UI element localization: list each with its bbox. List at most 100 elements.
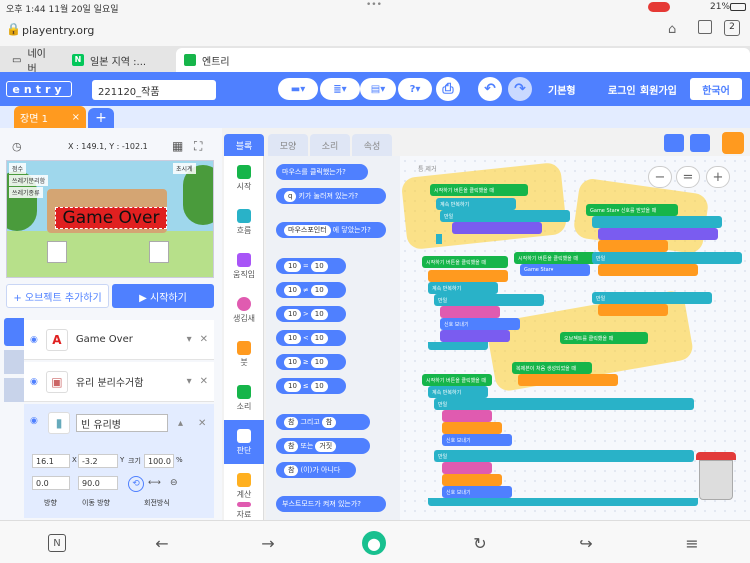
chevron-down-icon[interactable]: ▾: [187, 376, 192, 387]
tab-naver[interactable]: ▭ 네이버: [4, 48, 60, 75]
variable-block[interactable]: [442, 474, 502, 486]
repeat-block[interactable]: 계속 반복하기: [428, 386, 488, 398]
add-scene-button[interactable]: +: [88, 108, 114, 128]
looks-block[interactable]: [442, 462, 492, 474]
if-block[interactable]: 만일: [434, 398, 694, 410]
object-name-input[interactable]: 빈 유리병: [76, 414, 168, 432]
comment-icon[interactable]: [664, 134, 684, 152]
move-block[interactable]: [452, 222, 542, 234]
menu-icon[interactable]: ≡: [680, 531, 704, 555]
if-block[interactable]: 만일: [440, 210, 570, 222]
tab-sounds[interactable]: 소리: [310, 134, 350, 156]
block-compare-gt[interactable]: 10 >10: [276, 306, 346, 322]
category-pen[interactable]: 붓: [224, 332, 264, 376]
direction-input[interactable]: 0.0: [32, 476, 70, 490]
size-input[interactable]: 100.0: [144, 454, 174, 468]
rotate-horizontal-icon[interactable]: ⟷: [148, 478, 161, 488]
bool-pill[interactable]: 참: [284, 416, 299, 428]
category-start[interactable]: 시작: [224, 156, 264, 200]
category-looks[interactable]: 생김새: [224, 288, 264, 332]
signal-block[interactable]: 신호 보내기: [440, 318, 520, 330]
if-block[interactable]: 만일: [434, 450, 694, 462]
close-icon[interactable]: ×: [72, 112, 80, 123]
block-touching[interactable]: 마우스포인터 에 닿았는가?: [276, 222, 386, 238]
help-tab-icon[interactable]: [4, 350, 24, 374]
block-not[interactable]: 참 (이)가 아니다: [276, 462, 356, 478]
new-project-button[interactable]: ▬▾: [278, 78, 318, 100]
category-motion[interactable]: 움직임: [224, 244, 264, 288]
hat-block[interactable]: 오브젝트를 클릭했을 때: [560, 332, 648, 344]
code-workspace[interactable]: 틈 제거 − = + 시작하기 버튼을 클릭했을 때 계속 반복하기 만일 시작…: [400, 156, 750, 520]
if-block[interactable]: 만일: [592, 252, 742, 264]
signal-hat-block[interactable]: Game Star▾ 신호를 받았을 때: [586, 204, 678, 216]
zoom-out-button[interactable]: −: [648, 166, 672, 188]
category-judge[interactable]: 판단: [224, 420, 264, 464]
block-compare-ne[interactable]: 10 ≠ 10: [276, 282, 346, 298]
block-mouse-clicked[interactable]: 마우스를 클릭했는가?: [276, 164, 368, 180]
block-boost[interactable]: 부스트모드가 켜져 있는가?: [276, 496, 386, 512]
chevron-up-icon[interactable]: ▴: [178, 418, 183, 429]
grid-icon[interactable]: ▦: [172, 139, 183, 153]
num-pill[interactable]: 10: [310, 332, 328, 344]
objects-tab-icon[interactable]: [4, 318, 24, 346]
speed-icon[interactable]: ◷: [12, 140, 22, 153]
x-input[interactable]: 16.1: [32, 454, 70, 468]
tab-japan[interactable]: N 일본 지역 :...: [64, 48, 170, 72]
close-icon[interactable]: ✕: [200, 376, 208, 387]
block-and[interactable]: 참 그리고 참: [276, 414, 370, 430]
backpack-icon[interactable]: [722, 132, 744, 154]
mode-select[interactable]: 기본형: [548, 82, 576, 97]
variable-block[interactable]: [598, 240, 668, 252]
print-icon[interactable]: ⎙: [436, 77, 460, 101]
tab-count[interactable]: 2: [724, 20, 740, 36]
move-direction-input[interactable]: 90.0: [78, 476, 118, 490]
if-block[interactable]: 만일: [592, 292, 712, 304]
num-pill[interactable]: 10: [284, 308, 301, 320]
rotate-none-icon[interactable]: ⊖: [170, 478, 178, 488]
hat-block[interactable]: 시작하기 버튼을 클릭했을 때: [514, 252, 596, 264]
block-compare-eq[interactable]: 10 = 10: [276, 258, 346, 274]
block-key-pressed[interactable]: q 키가 눌러져 있는가?: [276, 188, 386, 204]
hat-block[interactable]: 시작하기 버튼을 클릭했을 때: [430, 184, 528, 196]
y-input[interactable]: -3.2: [78, 454, 118, 468]
num-pill[interactable]: 10: [310, 380, 328, 392]
project-title-input[interactable]: 221120_작품: [92, 80, 216, 100]
recycle-bin-sprite[interactable]: [47, 241, 67, 263]
num-pill[interactable]: 10: [310, 308, 328, 320]
hat-block[interactable]: 복제본이 처음 생성되었을 때: [512, 362, 592, 374]
target-pill[interactable]: 마우스포인터: [284, 224, 331, 236]
hat-block[interactable]: 시작하기 버튼을 클릭했을 때: [422, 374, 492, 386]
zoom-reset-button[interactable]: =: [676, 166, 700, 188]
bool-pill[interactable]: 참: [284, 440, 299, 452]
share-icon[interactable]: ↪: [574, 531, 598, 555]
rotate-free-icon[interactable]: ⟲: [128, 476, 144, 492]
variable-block[interactable]: [428, 270, 508, 282]
signal-block[interactable]: 신호 보내기: [442, 486, 512, 498]
eye-icon[interactable]: ◉: [30, 335, 38, 345]
block-or[interactable]: 참 또는 거짓: [276, 438, 370, 454]
zoom-in-button[interactable]: +: [706, 166, 730, 188]
variable-block[interactable]: [598, 264, 698, 276]
game-over-sprite[interactable]: Game Over: [55, 207, 167, 229]
if-block[interactable]: 만일: [434, 294, 544, 306]
object-row[interactable]: ◉ A Game Over ▾ ✕: [24, 320, 214, 360]
num-pill[interactable]: 10: [284, 332, 301, 344]
category-data[interactable]: 자료: [224, 502, 264, 520]
tab-blocks[interactable]: 블록: [224, 134, 264, 156]
repeat-block[interactable]: 계속 반복하기: [436, 198, 516, 210]
block-compare-ge[interactable]: 10 ≥10: [276, 354, 346, 370]
save-button[interactable]: ▤▾: [360, 78, 396, 100]
block-compare-le[interactable]: 10 ≤10: [276, 378, 346, 394]
home-icon[interactable]: ⌂: [668, 22, 676, 37]
save-menu-button[interactable]: ≣▾: [320, 78, 360, 100]
num-pill[interactable]: 10: [310, 284, 328, 296]
variable-block[interactable]: [598, 304, 668, 316]
repeat-block[interactable]: 계속 반복하기: [428, 282, 498, 294]
home-circle-icon[interactable]: ●: [362, 531, 386, 555]
glass-bin-sprite[interactable]: [149, 241, 169, 263]
trash-icon[interactable]: [696, 452, 736, 502]
language-select[interactable]: 한국어: [690, 78, 742, 100]
back-icon[interactable]: ←: [150, 531, 174, 555]
bool-pill[interactable]: 참: [321, 416, 337, 428]
hat-block[interactable]: 시작하기 버튼을 클릭했을 때: [422, 256, 508, 268]
